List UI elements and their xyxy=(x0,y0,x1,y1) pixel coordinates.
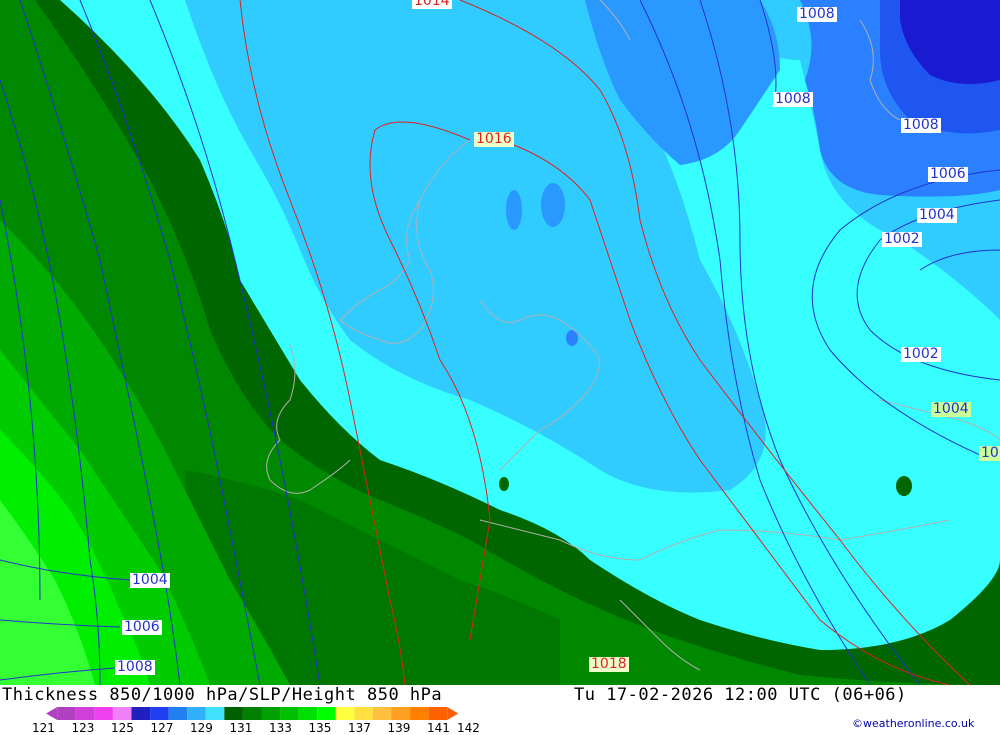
isobar-label: 1004 xyxy=(931,401,971,417)
legend-swatch xyxy=(224,707,243,720)
patch xyxy=(499,477,509,491)
legend-swatch xyxy=(94,707,113,720)
legend-swatch xyxy=(242,707,262,720)
legend-swatch xyxy=(205,707,225,720)
patch xyxy=(506,190,522,230)
isobar-label: 1008 xyxy=(773,91,813,107)
isobar-label: 1006 xyxy=(122,619,162,635)
valid-time: Tu 17-02-2026 12:00 UTC (06+06) xyxy=(574,685,907,705)
isobar-label: 1008 xyxy=(797,6,837,22)
isobar-label: 1004 xyxy=(130,572,170,588)
isobar-label: 10 xyxy=(979,445,1000,461)
legend-swatch xyxy=(75,707,95,720)
map-title: Thickness 850/1000 hPa/SLP/Height 850 hP… xyxy=(2,685,443,705)
legend-swatch xyxy=(280,707,299,720)
legend-swatch xyxy=(168,707,188,720)
isobar-label: 1006 xyxy=(928,166,968,182)
height-label: 1016 xyxy=(474,131,514,147)
legend-swatch xyxy=(57,707,76,720)
legend-swatch xyxy=(410,707,429,720)
weather-map: 1014 1008 1016 1008 1008 1006 1004 1002 … xyxy=(0,0,1000,686)
credit-link[interactable]: ©weatheronline.co.uk xyxy=(852,717,974,730)
height-label: 1018 xyxy=(589,656,629,672)
footer: Thickness 850/1000 hPa/SLP/Height 850 hP… xyxy=(0,685,1000,735)
color-legend xyxy=(46,707,459,720)
legend-arrow-left xyxy=(46,707,58,720)
legend-swatch xyxy=(317,707,336,720)
legend-swatch xyxy=(261,707,281,720)
legend-swatch xyxy=(428,707,448,720)
isobar-label: 1008 xyxy=(901,117,941,133)
patch xyxy=(541,183,565,227)
legend-swatch xyxy=(354,707,373,720)
patch xyxy=(896,476,912,496)
height-label: 1014 xyxy=(412,0,452,9)
isobar-label: 1008 xyxy=(115,659,155,675)
isobar-label: 1002 xyxy=(901,346,941,362)
isobar-label: 1002 xyxy=(882,231,922,247)
legend-arrow-right xyxy=(447,707,459,720)
legend-swatch xyxy=(187,707,206,720)
legend-swatch xyxy=(131,707,151,720)
legend-swatch xyxy=(150,707,169,720)
legend-swatch xyxy=(335,707,355,720)
isobar-label: 1004 xyxy=(917,207,957,223)
legend-swatch xyxy=(391,707,411,720)
legend-swatch xyxy=(298,707,318,720)
legend-swatch xyxy=(112,707,132,720)
legend-swatch xyxy=(372,707,392,720)
